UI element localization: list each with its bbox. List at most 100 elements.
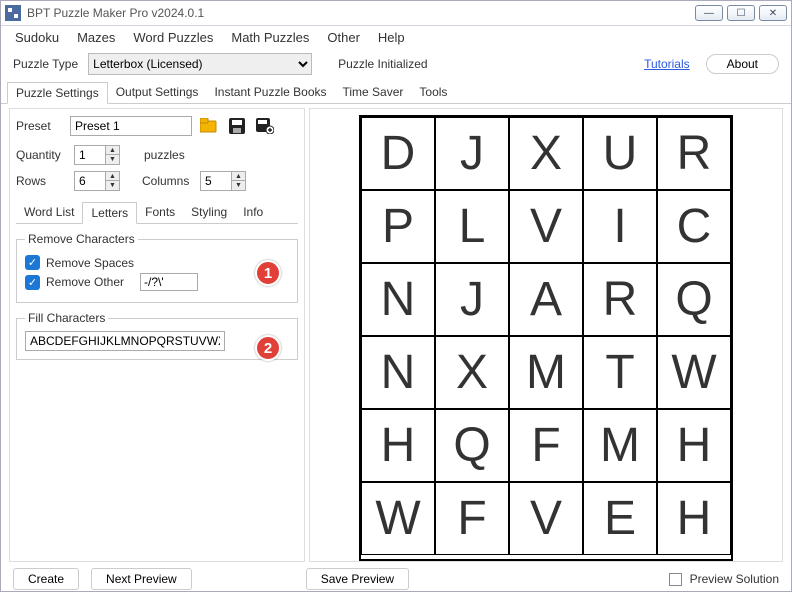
grid-cell: L <box>435 190 509 263</box>
tab-puzzle-settings[interactable]: Puzzle Settings <box>7 82 108 104</box>
grid-cell: H <box>361 409 435 482</box>
preview-solution-label: Preview Solution <box>690 572 779 586</box>
bottom-bar: Create Next Preview Save Preview Preview… <box>1 564 791 594</box>
grid-cell: R <box>657 117 731 190</box>
create-button[interactable]: Create <box>13 568 79 590</box>
save-icon[interactable] <box>226 115 248 137</box>
spinner-down-icon[interactable]: ▼ <box>105 181 119 190</box>
tab-instant-puzzle-books[interactable]: Instant Puzzle Books <box>206 82 334 104</box>
grid-cell: V <box>509 190 583 263</box>
grid-cell: M <box>509 336 583 409</box>
spinner-up-icon[interactable]: ▲ <box>105 146 119 155</box>
menu-word-puzzles[interactable]: Word Puzzles <box>133 30 213 45</box>
next-preview-button[interactable]: Next Preview <box>91 568 192 590</box>
menu-help[interactable]: Help <box>378 30 405 45</box>
letter-grid: DJXURPLVICNJARQNXMTWHQFMHWFVEH <box>359 115 733 561</box>
save-preview-button[interactable]: Save Preview <box>306 568 409 590</box>
save-plus-icon[interactable] <box>254 115 276 137</box>
fill-characters-legend: Fill Characters <box>25 311 108 325</box>
preview-solution-checkbox[interactable] <box>669 573 682 586</box>
remove-spaces-checkbox[interactable]: ✓ <box>25 255 40 270</box>
grid-cell: N <box>361 336 435 409</box>
tab-output-settings[interactable]: Output Settings <box>108 82 207 104</box>
annotation-badge-2: 2 <box>255 335 281 361</box>
quantity-stepper[interactable]: ▲▼ <box>74 145 120 165</box>
remove-spaces-label: Remove Spaces <box>46 256 134 270</box>
top-bar: Puzzle Type Letterbox (Licensed) Puzzle … <box>1 51 791 79</box>
spinner-up-icon[interactable]: ▲ <box>231 172 245 181</box>
grid-cell: H <box>657 409 731 482</box>
preview-solution-option[interactable]: Preview Solution <box>669 572 779 586</box>
minimize-button[interactable]: — <box>695 5 723 21</box>
quantity-suffix: puzzles <box>144 148 185 162</box>
grid-cell: Q <box>657 263 731 336</box>
grid-cell: E <box>583 482 657 555</box>
columns-stepper[interactable]: ▲▼ <box>200 171 246 191</box>
tab-tools[interactable]: Tools <box>411 82 455 104</box>
puzzle-type-select[interactable]: Letterbox (Licensed) <box>88 53 312 75</box>
remove-other-label: Remove Other <box>46 275 124 289</box>
grid-cell: W <box>657 336 731 409</box>
remove-other-checkbox[interactable]: ✓ <box>25 275 40 290</box>
grid-cell: F <box>509 409 583 482</box>
open-folder-icon[interactable] <box>198 115 220 137</box>
tutorials-link[interactable]: Tutorials <box>644 57 690 71</box>
subtab-styling[interactable]: Styling <box>183 202 235 224</box>
grid-cell: J <box>435 117 509 190</box>
fill-characters-input[interactable] <box>25 331 225 351</box>
rows-label: Rows <box>16 174 68 188</box>
subtab-word-list[interactable]: Word List <box>16 202 82 224</box>
columns-label: Columns <box>142 174 194 188</box>
window-title: BPT Puzzle Maker Pro v2024.0.1 <box>27 6 691 20</box>
remove-characters-legend: Remove Characters <box>25 232 138 246</box>
rows-stepper[interactable]: ▲▼ <box>74 171 120 191</box>
menu-sudoku[interactable]: Sudoku <box>15 30 59 45</box>
spinner-down-icon[interactable]: ▼ <box>105 155 119 164</box>
subtab-letters[interactable]: Letters <box>82 202 137 224</box>
remove-characters-group: Remove Characters ✓ Remove Spaces ✓ Remo… <box>16 232 298 303</box>
close-button[interactable]: ✕ <box>759 5 787 21</box>
maximize-button[interactable]: ☐ <box>727 5 755 21</box>
grid-cell: P <box>361 190 435 263</box>
settings-pane: Preset Quantity ▲▼ puzzles Rows <box>9 108 305 562</box>
fill-characters-group: Fill Characters 2 <box>16 311 298 360</box>
grid-cell: R <box>583 263 657 336</box>
columns-input[interactable] <box>201 172 231 190</box>
preset-label: Preset <box>16 119 64 133</box>
spinner-down-icon[interactable]: ▼ <box>231 181 245 190</box>
title-bar: BPT Puzzle Maker Pro v2024.0.1 — ☐ ✕ <box>1 1 791 26</box>
main-tabs: Puzzle Settings Output Settings Instant … <box>1 81 791 104</box>
menu-bar: Sudoku Mazes Word Puzzles Math Puzzles O… <box>1 26 791 51</box>
grid-cell: U <box>583 117 657 190</box>
grid-cell: W <box>361 482 435 555</box>
puzzle-type-label: Puzzle Type <box>13 57 78 71</box>
grid-cell: X <box>435 336 509 409</box>
tab-time-saver[interactable]: Time Saver <box>335 82 412 104</box>
menu-math-puzzles[interactable]: Math Puzzles <box>231 30 309 45</box>
about-button[interactable]: About <box>706 54 779 74</box>
subtab-fonts[interactable]: Fonts <box>137 202 183 224</box>
sub-tabs: Word List Letters Fonts Styling Info <box>16 201 298 224</box>
grid-cell: V <box>509 482 583 555</box>
menu-other[interactable]: Other <box>327 30 360 45</box>
status-text: Puzzle Initialized <box>338 57 427 71</box>
grid-cell: A <box>509 263 583 336</box>
menu-mazes[interactable]: Mazes <box>77 30 115 45</box>
grid-cell: I <box>583 190 657 263</box>
annotation-badge-1: 1 <box>255 260 281 286</box>
preview-pane: DJXURPLVICNJARQNXMTWHQFMHWFVEH <box>309 108 783 562</box>
grid-cell: M <box>583 409 657 482</box>
grid-cell: C <box>657 190 731 263</box>
remove-other-input[interactable] <box>140 273 198 291</box>
body: Preset Quantity ▲▼ puzzles Rows <box>1 104 791 564</box>
grid-cell: T <box>583 336 657 409</box>
grid-cell: N <box>361 263 435 336</box>
quantity-input[interactable] <box>75 146 105 164</box>
subtab-info[interactable]: Info <box>235 202 271 224</box>
quantity-label: Quantity <box>16 148 68 162</box>
app-icon <box>5 5 21 21</box>
grid-cell: J <box>435 263 509 336</box>
rows-input[interactable] <box>75 172 105 190</box>
preset-input[interactable] <box>70 116 192 136</box>
spinner-up-icon[interactable]: ▲ <box>105 172 119 181</box>
